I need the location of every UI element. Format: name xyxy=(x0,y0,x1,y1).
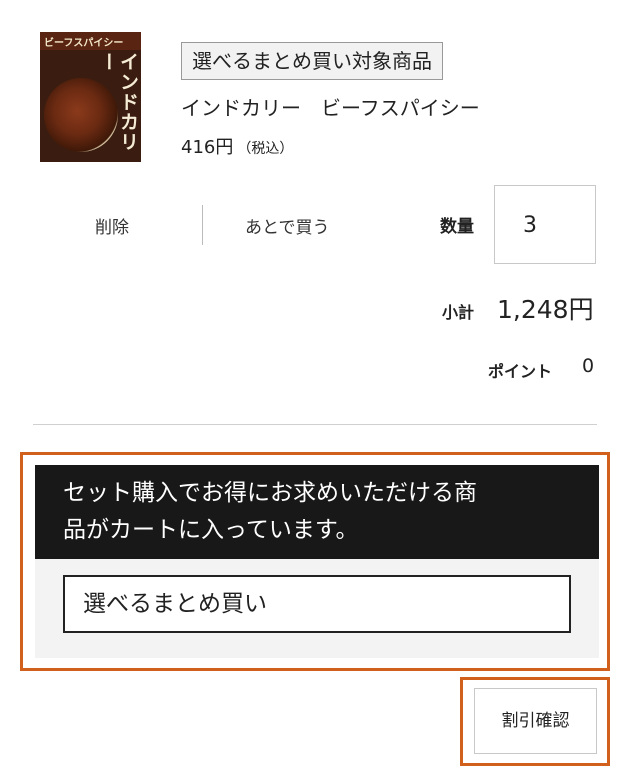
price-value: 416円 xyxy=(181,137,234,158)
discount-confirm-button[interactable]: 割引確認 xyxy=(474,688,597,754)
points-value: 0 xyxy=(582,355,595,377)
quantity-label: 数量 xyxy=(440,217,474,237)
bundle-select-button[interactable]: 選べるまとめ買い xyxy=(63,575,571,633)
quantity-input[interactable]: 3 xyxy=(494,185,596,264)
bundle-promo-box: セット購入でお得にお求めいただける商 品がカートに入っています。 選べるまとめ買… xyxy=(20,452,610,671)
subtotal-value: 1,248円 xyxy=(497,295,594,324)
package-band: ビーフスパイシー xyxy=(40,32,141,50)
discount-confirm-highlight: 割引確認 xyxy=(460,677,610,766)
package-band-text: ビーフスパイシー xyxy=(44,38,124,49)
promo-message-line1: セット購入でお得にお求めいただける商 xyxy=(63,480,477,506)
tax-note: （税込） xyxy=(237,141,294,157)
product-price: 416円 （税込） xyxy=(181,133,293,159)
subtotal-label: 小計 xyxy=(442,303,475,322)
delete-button[interactable]: 削除 xyxy=(95,213,129,238)
action-divider xyxy=(202,205,203,245)
promo-message-line2: 品がカートに入っています。 xyxy=(63,517,359,543)
promo-panel: セット購入でお得にお求めいただける商 品がカートに入っています。 選べるまとめ買… xyxy=(35,465,599,658)
package-title: インドカリー xyxy=(97,52,139,152)
promo-message: セット購入でお得にお求めいただける商 品がカートに入っています。 xyxy=(35,465,599,559)
curry-bowl-graphic xyxy=(44,78,118,152)
bundle-eligible-tag: 選べるまとめ買い対象商品 xyxy=(181,42,443,80)
product-name[interactable]: インドカリー ビーフスパイシー xyxy=(181,92,480,121)
points-label: ポイント xyxy=(488,362,553,381)
section-divider xyxy=(33,424,597,425)
product-image[interactable]: ビーフスパイシー インドカリー xyxy=(40,32,141,162)
save-for-later-button[interactable]: あとで買う xyxy=(245,213,330,238)
